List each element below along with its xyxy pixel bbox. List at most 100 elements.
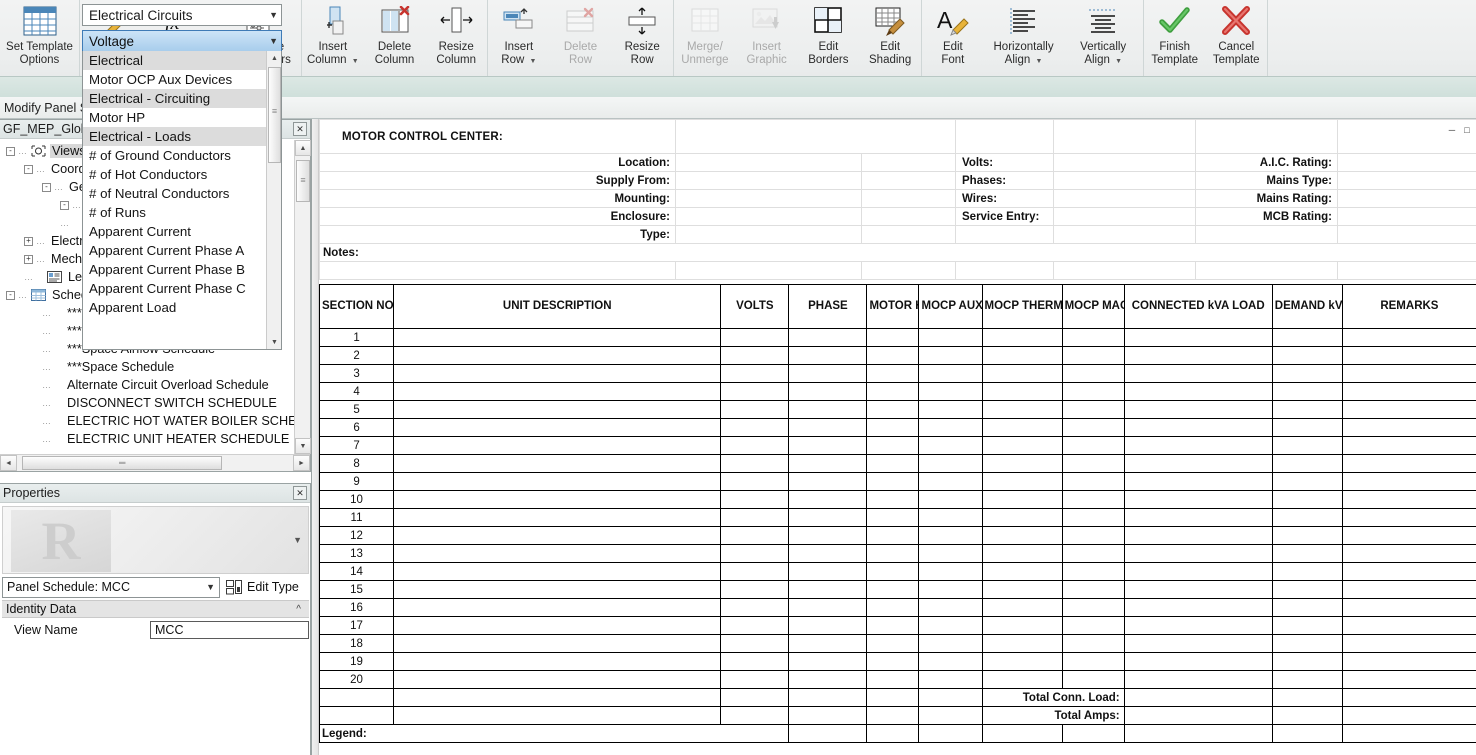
schedule-data-row[interactable]: 18 [320, 635, 1476, 653]
schedule-data-row[interactable]: 4 [320, 383, 1476, 401]
cell-mocp-mag[interactable] [1062, 653, 1124, 671]
tree-toggle-expand-icon[interactable]: + [24, 255, 33, 264]
cell-phase[interactable] [789, 329, 867, 347]
schedule-data-row[interactable]: 11 [320, 509, 1476, 527]
maximize-icon[interactable]: □ [1461, 124, 1473, 135]
cell-mocp-thermag[interactable] [982, 437, 1062, 455]
cell-remarks[interactable] [1342, 491, 1476, 509]
cell-phase[interactable] [789, 527, 867, 545]
edit-shading-button[interactable]: EditShading [859, 0, 921, 74]
cell-volts[interactable] [721, 491, 789, 509]
cell-remarks[interactable] [1342, 527, 1476, 545]
chevron-up-icon[interactable]: ^ [296, 604, 301, 615]
cell-description[interactable] [394, 491, 721, 509]
cell-phase[interactable] [789, 671, 867, 689]
cell-connected-kva[interactable] [1124, 383, 1272, 401]
cell-mocp-thermag[interactable] [982, 599, 1062, 617]
schedule-data-row[interactable]: 17 [320, 617, 1476, 635]
section-number-cell[interactable]: 14 [320, 563, 394, 581]
cell-mocp-mag[interactable] [1062, 581, 1124, 599]
dropdown-item[interactable]: # of Runs [83, 203, 281, 222]
cell-remarks[interactable] [1342, 329, 1476, 347]
section-number-cell[interactable]: 7 [320, 437, 394, 455]
cell-motor-hp[interactable] [867, 653, 919, 671]
scroll-down-arrow-icon[interactable]: ▼ [267, 335, 282, 350]
cell-phase[interactable] [789, 653, 867, 671]
chevron-down-icon[interactable]: ▼ [1115, 58, 1122, 65]
cell-description[interactable] [394, 419, 721, 437]
cell-motor-hp[interactable] [867, 545, 919, 563]
cell-phase[interactable] [789, 365, 867, 383]
cell-description[interactable] [394, 383, 721, 401]
cell-motor-hp[interactable] [867, 365, 919, 383]
browser-horizontal-scrollbar[interactable]: ◄ ► [0, 454, 310, 471]
cell-motor-hp[interactable] [867, 419, 919, 437]
cell-phase[interactable] [789, 491, 867, 509]
schedule-title-value[interactable] [676, 120, 956, 154]
grid-column-header[interactable]: UNIT DESCRIPTION [394, 285, 721, 329]
cell-mocp-thermag[interactable] [982, 671, 1062, 689]
cell-volts[interactable] [721, 437, 789, 455]
schedule-data-row[interactable]: 12 [320, 527, 1476, 545]
cell-volts[interactable] [721, 401, 789, 419]
cell-demand-kva[interactable] [1272, 527, 1342, 545]
cell-demand-kva[interactable] [1272, 581, 1342, 599]
cell-remarks[interactable] [1342, 383, 1476, 401]
schedule-data-row[interactable]: 3 [320, 365, 1476, 383]
cell-mocp-mag[interactable] [1062, 599, 1124, 617]
cell-motor-hp[interactable] [867, 491, 919, 509]
grid-column-header[interactable]: DEMAND kVA LOAD [1272, 285, 1342, 329]
total-value[interactable] [1124, 707, 1272, 725]
cell-volts[interactable] [721, 617, 789, 635]
cell-motor-hp[interactable] [867, 527, 919, 545]
cell-connected-kva[interactable] [1124, 563, 1272, 581]
cell-phase[interactable] [789, 599, 867, 617]
tree-toggle-expand-icon[interactable]: + [24, 237, 33, 246]
cell-mocp-aux[interactable] [919, 473, 982, 491]
chevron-down-icon[interactable]: ▼ [269, 5, 278, 25]
cell-remarks[interactable] [1342, 671, 1476, 689]
grid-column-header[interactable]: VOLTS [721, 285, 789, 329]
view-name-input[interactable]: MCC [150, 621, 309, 639]
cell-mocp-aux[interactable] [919, 383, 982, 401]
delete-column-button[interactable]: DeleteColumn [364, 0, 426, 74]
cell-motor-hp[interactable] [867, 509, 919, 527]
schedule-data-row[interactable]: 16 [320, 599, 1476, 617]
cell-description[interactable] [394, 437, 721, 455]
cell-connected-kva[interactable] [1124, 635, 1272, 653]
cell-remarks[interactable] [1342, 581, 1476, 599]
cell-mocp-thermag[interactable] [982, 545, 1062, 563]
cell-description[interactable] [394, 473, 721, 491]
cell-mocp-thermag[interactable] [982, 401, 1062, 419]
cell-mocp-mag[interactable] [1062, 383, 1124, 401]
cell-motor-hp[interactable] [867, 635, 919, 653]
cell-volts[interactable] [721, 509, 789, 527]
cell-mocp-mag[interactable] [1062, 401, 1124, 419]
cell-remarks[interactable] [1342, 653, 1476, 671]
cell-motor-hp[interactable] [867, 347, 919, 365]
cell-volts[interactable] [721, 635, 789, 653]
cell-demand-kva[interactable] [1272, 509, 1342, 527]
cell-phase[interactable] [789, 473, 867, 491]
cell-mocp-aux[interactable] [919, 347, 982, 365]
cell-description[interactable] [394, 653, 721, 671]
cell-mocp-aux[interactable] [919, 527, 982, 545]
sheet-window-buttons[interactable]: ─ □ [1446, 124, 1473, 135]
cell-phase[interactable] [789, 509, 867, 527]
cell-connected-kva[interactable] [1124, 329, 1272, 347]
header-field-value[interactable] [1054, 172, 1196, 190]
section-number-cell[interactable]: 3 [320, 365, 394, 383]
cell-volts[interactable] [721, 455, 789, 473]
cell-remarks[interactable] [1342, 437, 1476, 455]
dropdown-item[interactable]: Apparent Current Phase B [83, 260, 281, 279]
cell-phase[interactable] [789, 635, 867, 653]
section-number-cell[interactable]: 16 [320, 599, 394, 617]
grid-column-header[interactable]: CONNECTED kVA LOAD [1124, 285, 1272, 329]
tree-toggle-collapse-icon[interactable]: - [6, 147, 15, 156]
cell-description[interactable] [394, 455, 721, 473]
grid-column-header[interactable]: MOTOR HP [867, 285, 919, 329]
browser-tree-node[interactable]: …ELECTRIC UNIT HEATER SCHEDULE [0, 430, 294, 448]
cell-motor-hp[interactable] [867, 563, 919, 581]
cell-demand-kva[interactable] [1272, 365, 1342, 383]
cell-phase[interactable] [789, 347, 867, 365]
